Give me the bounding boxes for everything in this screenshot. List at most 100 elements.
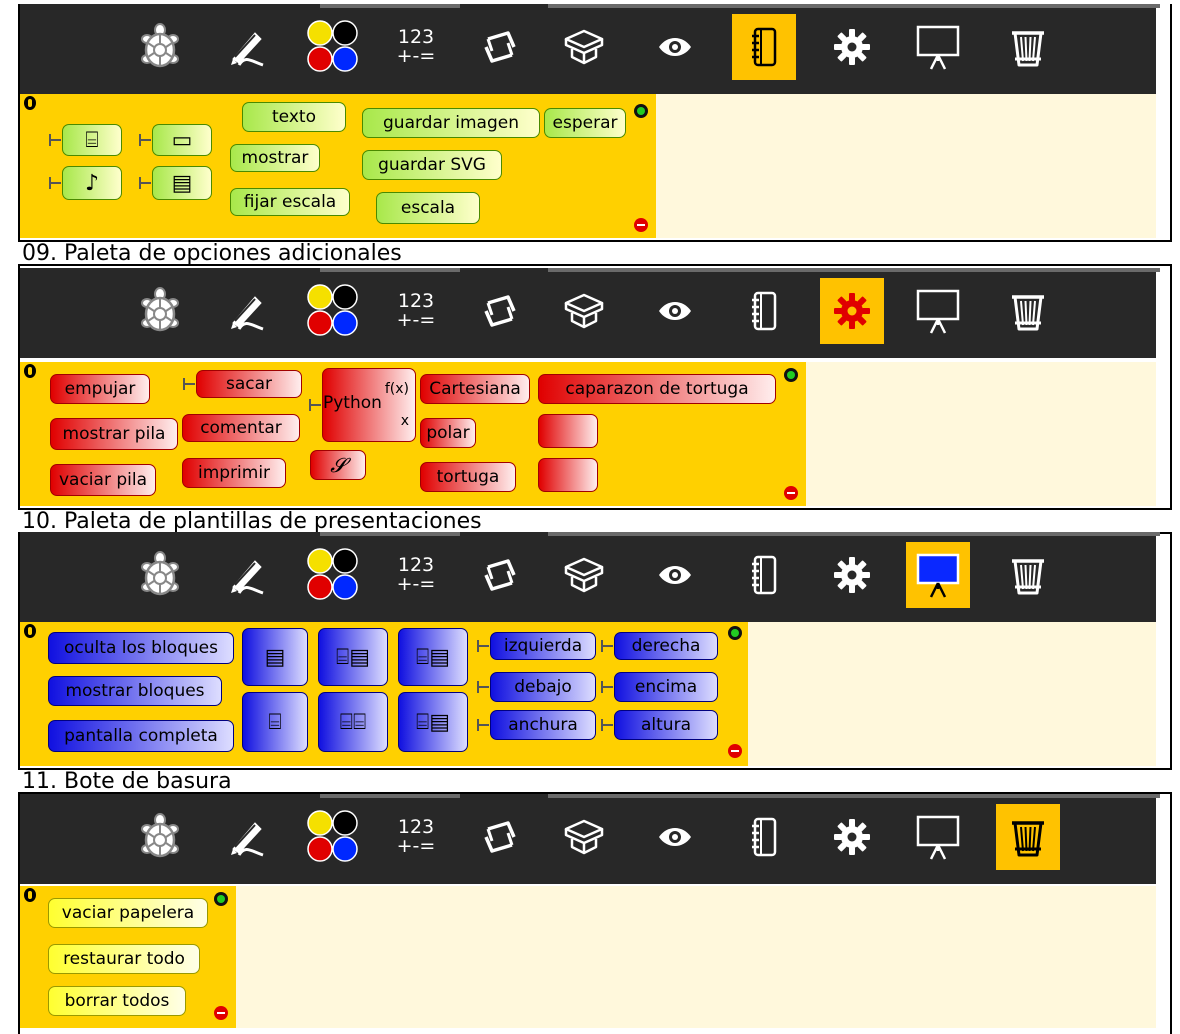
colors-palette-button[interactable] — [301, 804, 365, 870]
turtle-palette-button[interactable] — [128, 14, 192, 80]
presentation-palette-button[interactable] — [906, 804, 970, 870]
media-palette-button[interactable] — [732, 278, 796, 344]
block-bracket-top[interactable] — [538, 414, 598, 448]
trash-palette-button[interactable] — [996, 14, 1060, 80]
flow-palette-button[interactable] — [468, 542, 532, 608]
sensors-palette-button[interactable] — [643, 542, 707, 608]
media-palette-button[interactable] — [732, 14, 796, 80]
media-palette-button[interactable] — [732, 542, 796, 608]
block-mostrar-pila[interactable]: mostrar pila — [50, 418, 178, 450]
block-journal[interactable]: ⌸ — [49, 124, 122, 156]
block-guardar-imagen[interactable]: guardar imagen — [362, 108, 540, 138]
boxes-palette-button[interactable] — [552, 14, 616, 80]
pen-palette-button[interactable] — [215, 542, 279, 608]
block-mostrar-bloques[interactable]: mostrar bloques — [48, 676, 222, 706]
extras-palette-button[interactable] — [820, 542, 884, 608]
block-encima[interactable]: encima — [601, 672, 718, 702]
block-template-grid[interactable]: ⌸⌸ — [318, 692, 388, 752]
numbers-palette-button[interactable]: 123 +-= — [384, 14, 448, 80]
block-turtle-code[interactable]: 𝓢 — [310, 450, 366, 480]
numbers-palette-button[interactable]: 123 +-= — [384, 278, 448, 344]
flow-palette-button[interactable] — [468, 14, 532, 80]
trash-palette-button[interactable] — [996, 542, 1060, 608]
block-guardar-svg[interactable]: guardar SVG — [362, 150, 502, 180]
block-derecha[interactable]: derecha — [601, 632, 718, 660]
extras-palette-button[interactable] — [820, 804, 884, 870]
block-template-mixed[interactable]: ⌸▤ — [398, 692, 468, 752]
block-caparazon[interactable]: caparazon de tortuga — [538, 374, 776, 404]
sensors-palette-button[interactable] — [643, 14, 707, 80]
block-vaciar-papelera[interactable]: vaciar papelera — [48, 898, 208, 928]
expand-palette-icon[interactable] — [728, 626, 742, 640]
presentation-palette-button[interactable] — [906, 542, 970, 608]
block-template-one[interactable]: ⌸ — [242, 692, 308, 752]
numbers-palette-button[interactable]: 123 +-= — [384, 804, 448, 870]
turtle-palette-button[interactable] — [128, 542, 192, 608]
block-anchura[interactable]: anchura — [477, 710, 596, 740]
boxes-palette-button[interactable] — [552, 804, 616, 870]
sensors-palette-button[interactable] — [643, 804, 707, 870]
flow-palette-button[interactable] — [468, 278, 532, 344]
remove-palette-icon[interactable] — [728, 744, 742, 758]
expand-palette-icon[interactable] — [784, 368, 798, 382]
block-oculta-bloques[interactable]: oculta los bloques — [48, 632, 234, 664]
boxes-palette-button[interactable] — [552, 542, 616, 608]
colors-palette-button[interactable] — [301, 542, 365, 608]
trash-palette-button[interactable] — [996, 804, 1060, 870]
extras-palette-button[interactable] — [820, 278, 884, 344]
block-template-list[interactable]: ▤ — [242, 628, 308, 686]
block-izquierda[interactable]: izquierda — [477, 632, 596, 660]
colors-palette-button[interactable] — [301, 278, 365, 344]
block-imprimir[interactable]: imprimir — [182, 458, 286, 488]
turtle-palette-icon — [141, 551, 179, 596]
block-tortuga[interactable]: tortuga — [420, 462, 516, 492]
collapse-palette-icon[interactable] — [24, 888, 36, 902]
presentation-palette-button[interactable] — [906, 278, 970, 344]
expand-palette-icon[interactable] — [214, 892, 228, 906]
flow-palette-button[interactable] — [468, 804, 532, 870]
block-cartesiana[interactable]: Cartesiana — [420, 374, 530, 404]
block-texto[interactable]: texto — [242, 102, 346, 132]
block-polar[interactable]: polar — [420, 418, 476, 448]
collapse-palette-icon[interactable] — [24, 96, 36, 110]
block-python[interactable]: f(x) Python x — [309, 368, 416, 442]
block-restaurar-todo[interactable]: restaurar todo — [48, 944, 200, 974]
block-template-four[interactable]: ⌸▤ — [398, 628, 468, 686]
turtle-palette-button[interactable] — [128, 804, 192, 870]
turtle-palette-button[interactable] — [128, 278, 192, 344]
extras-palette-button[interactable] — [820, 14, 884, 80]
block-description[interactable]: ▤ — [139, 166, 212, 200]
block-mostrar[interactable]: mostrar — [230, 144, 320, 172]
block-video[interactable]: ▭ — [139, 124, 212, 156]
remove-palette-icon[interactable] — [784, 486, 798, 500]
pen-palette-button[interactable] — [215, 14, 279, 80]
block-escala[interactable]: escala — [376, 192, 480, 224]
block-fijar-escala[interactable]: fijar escala — [230, 188, 350, 216]
colors-palette-button[interactable] — [301, 14, 365, 80]
block-audio[interactable]: ♪ — [49, 166, 122, 200]
block-comentar[interactable]: comentar — [182, 414, 300, 442]
block-bracket-bottom[interactable] — [538, 458, 598, 492]
trash-palette-button[interactable] — [996, 278, 1060, 344]
expand-palette-icon[interactable] — [634, 104, 648, 118]
block-sacar[interactable]: sacar — [183, 370, 302, 398]
block-vaciar-pila[interactable]: vaciar pila — [50, 464, 156, 496]
block-debajo[interactable]: debajo — [477, 672, 596, 702]
block-pantalla-completa[interactable]: pantalla completa — [48, 720, 234, 752]
block-empujar[interactable]: empujar — [50, 374, 150, 404]
block-template-two[interactable]: ⌸▤ — [318, 628, 388, 686]
pen-palette-button[interactable] — [215, 278, 279, 344]
collapse-palette-icon[interactable] — [24, 624, 36, 638]
sensors-palette-button[interactable] — [643, 278, 707, 344]
pen-palette-button[interactable] — [215, 804, 279, 870]
block-borrar-todos[interactable]: borrar todos — [48, 986, 186, 1016]
presentation-palette-button[interactable] — [906, 14, 970, 80]
remove-palette-icon[interactable] — [214, 1006, 228, 1020]
collapse-palette-icon[interactable] — [24, 364, 36, 378]
block-altura[interactable]: altura — [601, 710, 718, 740]
remove-palette-icon[interactable] — [634, 218, 648, 232]
numbers-palette-button[interactable]: 123 +-= — [384, 542, 448, 608]
media-palette-button[interactable] — [732, 804, 796, 870]
block-esperar[interactable]: esperar — [544, 108, 626, 138]
boxes-palette-button[interactable] — [552, 278, 616, 344]
